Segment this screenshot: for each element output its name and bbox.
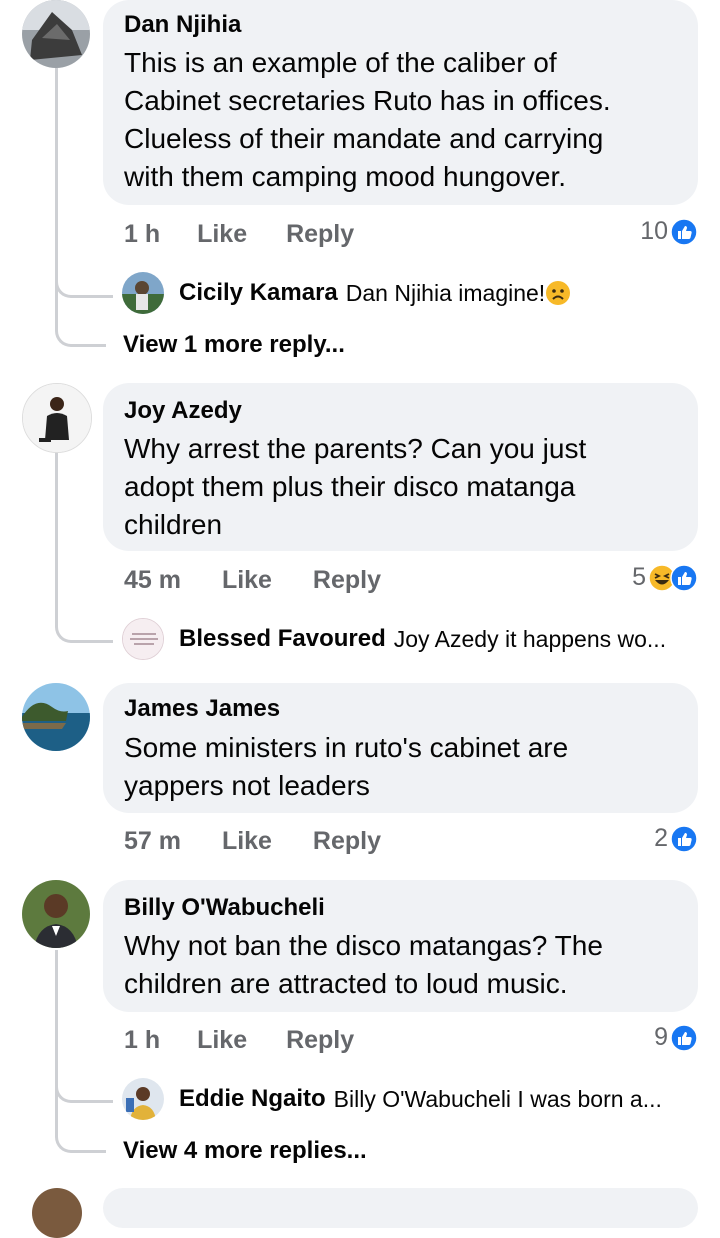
comment-actions: 57 m Like Reply <box>124 826 381 856</box>
comment-bubble[interactable]: Billy O'Wabucheli Why not ban the disco … <box>103 880 698 1012</box>
comment-line: yappers not leaders <box>124 770 370 801</box>
avatar[interactable] <box>122 272 164 314</box>
reaction-summary[interactable]: 10 <box>640 217 698 246</box>
reply-text: Billy O'Wabucheli I was born a... <box>333 1085 662 1112</box>
like-button[interactable]: Like <box>222 826 272 856</box>
reaction-count: 5 <box>632 563 646 591</box>
avatar[interactable] <box>22 683 90 751</box>
comment-line: adopt them plus their disco matanga <box>124 471 576 502</box>
comment-actions: 45 m Like Reply <box>124 565 381 595</box>
view-more-replies[interactable]: View 4 more replies... <box>123 1137 367 1165</box>
reply-button[interactable]: Reply <box>313 565 381 595</box>
avatar[interactable] <box>22 383 92 453</box>
thread-connector <box>55 600 113 643</box>
comment-line: This is an example of the caliber of <box>124 47 557 78</box>
reply-preview[interactable]: Eddie Ngaito Billy O'Wabucheli I was bor… <box>122 1078 700 1120</box>
reply-button[interactable]: Reply <box>286 1025 354 1055</box>
avatar[interactable] <box>122 1078 164 1120</box>
like-reaction-icon <box>670 824 698 853</box>
comment-author[interactable]: Billy O'Wabucheli <box>124 894 325 922</box>
comment-text: This is an example of the caliber of Cab… <box>124 44 682 196</box>
reaction-count: 10 <box>640 217 668 245</box>
reaction-summary[interactable]: 2 <box>654 824 698 853</box>
like-button[interactable]: Like <box>197 1025 247 1055</box>
comment-author[interactable]: Joy Azedy <box>124 397 242 425</box>
thread-connector <box>55 1105 106 1153</box>
sad-emoji-icon <box>546 281 571 305</box>
comment-bubble[interactable]: Dan Njihia This is an example of the cal… <box>103 0 698 205</box>
comment-text: Why not ban the disco matangas? The chil… <box>124 927 682 1003</box>
thread-connector <box>55 240 113 298</box>
reaction-count: 9 <box>654 1023 668 1051</box>
reaction-count: 2 <box>654 824 668 852</box>
comment-time[interactable]: 45 m <box>124 565 181 595</box>
comment-bubble[interactable]: Joy Azedy Why arrest the parents? Can yo… <box>103 383 698 551</box>
comment-bubble[interactable] <box>103 1188 698 1228</box>
comment-text: Why arrest the parents? Can you just ado… <box>124 430 682 544</box>
comment-actions: 1 h Like Reply <box>124 1025 354 1055</box>
comment-time[interactable]: 1 h <box>124 219 160 249</box>
comment-line: with them camping mood hungover. <box>124 161 567 192</box>
comment-line: children are attracted to loud music. <box>124 968 568 999</box>
view-more-replies[interactable]: View 1 more reply... <box>123 331 345 359</box>
avatar[interactable] <box>122 618 164 660</box>
like-reaction-icon <box>670 563 698 592</box>
avatar[interactable] <box>22 880 90 948</box>
reply-button[interactable]: Reply <box>313 826 381 856</box>
comment-line: Some ministers in ruto's cabinet are <box>124 732 569 763</box>
thread-connector <box>55 1050 113 1103</box>
comment-author[interactable]: Dan Njihia <box>124 11 241 39</box>
comment-author[interactable]: James James <box>124 695 280 723</box>
avatar[interactable] <box>22 0 90 68</box>
reply-preview[interactable]: Cicily Kamara Dan Njihia imagine! <box>122 272 700 314</box>
like-button[interactable]: Like <box>197 219 247 249</box>
reaction-summary[interactable]: 9 <box>654 1023 698 1052</box>
like-reaction-icon <box>670 217 698 246</box>
comment-time[interactable]: 1 h <box>124 1025 160 1055</box>
like-reaction-icon <box>670 1023 698 1052</box>
reply-button[interactable]: Reply <box>286 219 354 249</box>
reply-author[interactable]: Eddie Ngaito <box>179 1085 326 1113</box>
comment-line: children <box>124 509 223 540</box>
reply-text: Joy Azedy it happens wo... <box>393 625 667 652</box>
comment-line: Clueless of their mandate and carrying <box>124 123 604 154</box>
reply-text: Dan Njihia imagine! <box>345 279 546 306</box>
reaction-summary[interactable]: 5 <box>632 563 698 592</box>
reply-author[interactable]: Blessed Favoured <box>179 625 386 653</box>
comment-text: Some ministers in ruto's cabinet are yap… <box>124 729 682 805</box>
reply-preview[interactable]: Blessed Favoured Joy Azedy it happens wo… <box>122 618 700 660</box>
comment-bubble[interactable]: James James Some ministers in ruto's cab… <box>103 683 698 813</box>
thread-connector <box>55 300 106 347</box>
avatar[interactable] <box>32 1188 82 1238</box>
like-button[interactable]: Like <box>222 565 272 595</box>
comment-line: Why not ban the disco matangas? The <box>124 930 603 961</box>
comment-time[interactable]: 57 m <box>124 826 181 856</box>
comment-line: Cabinet secretaries Ruto has in offices. <box>124 85 611 116</box>
thread-line <box>55 452 58 612</box>
reply-author[interactable]: Cicily Kamara <box>179 279 338 307</box>
comment-line: Why arrest the parents? Can you just <box>124 433 587 464</box>
comment-actions: 1 h Like Reply <box>124 219 354 249</box>
